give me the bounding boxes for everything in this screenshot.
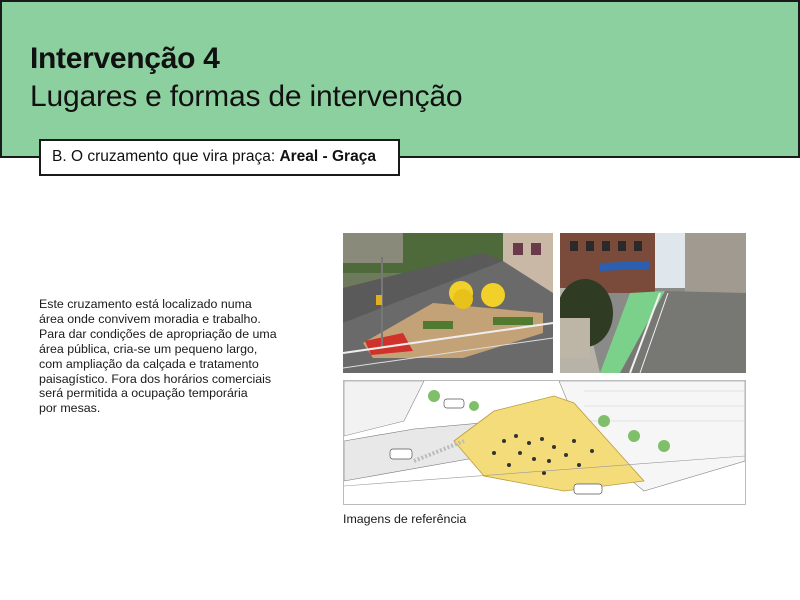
reference-photo-plaza	[343, 233, 553, 373]
description-line: área onde convivem moradia e trabalho.	[39, 311, 261, 326]
description-line: com ampliação da calçada e tratamento	[39, 356, 259, 371]
description-line: será permitida a ocupação temporária	[39, 386, 248, 401]
page-subtitle: Lugares e formas de intervenção	[30, 80, 463, 113]
description-paragraph: Este cruzamento está localizado numa áre…	[39, 297, 309, 416]
description-line: por mesas.	[39, 401, 101, 416]
section-label-prefix: B. O cruzamento que vira praça:	[52, 148, 280, 165]
description-line: Este cruzamento está localizado numa	[39, 297, 252, 311]
description-line: área pública, cria-se um pequeno largo,	[39, 341, 258, 356]
description-line: Para dar condições de apropriação de uma	[39, 326, 277, 341]
page-title: Intervenção 4	[30, 42, 220, 75]
description-line: paisagístico. Fora dos horários comercia…	[39, 371, 272, 386]
section-label: B. O cruzamento que vira praça: Areal - …	[39, 139, 400, 176]
image-caption: Imagens de referência	[343, 512, 467, 526]
header-band: Intervenção 4 Lugares e formas de interv…	[0, 0, 800, 158]
reference-photo-bikelane	[560, 233, 746, 373]
section-label-highlight: Areal - Graça	[279, 148, 376, 165]
reference-drawing-axonometric	[343, 380, 746, 505]
